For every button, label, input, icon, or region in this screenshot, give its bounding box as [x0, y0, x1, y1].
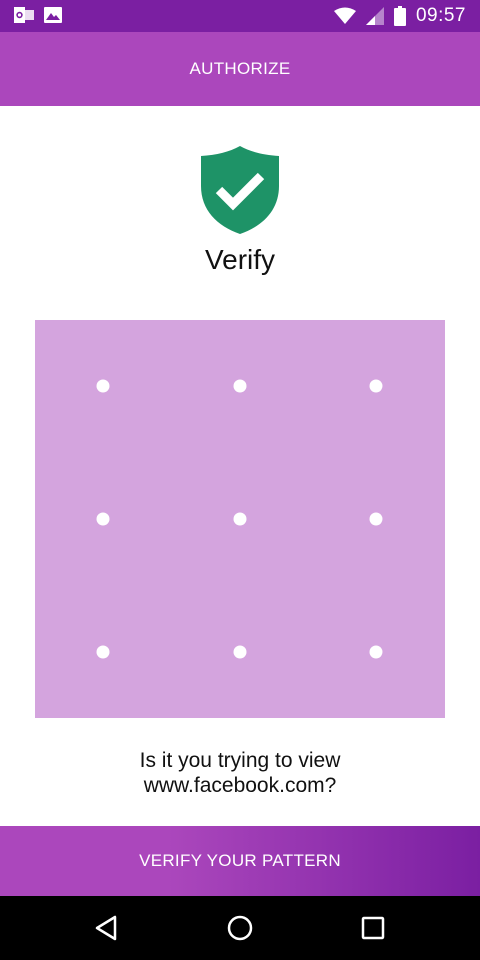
- verify-title: Verify: [204, 244, 276, 275]
- status-time: 09:57: [415, 5, 466, 26]
- image-icon: [44, 7, 62, 23]
- pattern-dot-8[interactable]: [233, 645, 247, 659]
- pattern-dot-7[interactable]: [96, 645, 110, 659]
- verify-pattern-label: VERIFY YOUR PATTERN: [139, 851, 341, 870]
- shield-check-icon: [201, 146, 279, 234]
- pattern-dot-9[interactable]: [369, 645, 383, 659]
- status-bar: 09:57: [0, 0, 480, 32]
- system-icons: 09:57: [333, 0, 466, 32]
- message-line-1: Is it you trying to view: [139, 749, 341, 772]
- notification-icons: [14, 6, 62, 24]
- back-icon[interactable]: [91, 912, 123, 944]
- pattern-lock-grid[interactable]: [35, 320, 445, 718]
- verification-message: Is it you trying to view www.facebook.co…: [0, 748, 480, 798]
- battery-icon: [393, 6, 406, 26]
- app-bar-title: AUTHORIZE: [189, 59, 291, 78]
- recents-icon[interactable]: [357, 912, 389, 944]
- app-bar: AUTHORIZE: [0, 32, 480, 106]
- pattern-dot-6[interactable]: [369, 512, 383, 526]
- home-icon[interactable]: [224, 912, 256, 944]
- pattern-dot-4[interactable]: [96, 512, 110, 526]
- pattern-dot-5[interactable]: [233, 512, 247, 526]
- pattern-dot-2[interactable]: [233, 379, 247, 393]
- message-line-2: www.facebook.com?: [143, 774, 337, 797]
- cell-signal-icon: [365, 7, 384, 25]
- pattern-dot-1[interactable]: [96, 379, 110, 393]
- wifi-icon: [333, 7, 356, 24]
- navigation-bar: [0, 896, 480, 960]
- outlook-icon: [14, 7, 34, 23]
- pattern-dot-3[interactable]: [369, 379, 383, 393]
- verify-pattern-button[interactable]: VERIFY YOUR PATTERN: [0, 826, 480, 896]
